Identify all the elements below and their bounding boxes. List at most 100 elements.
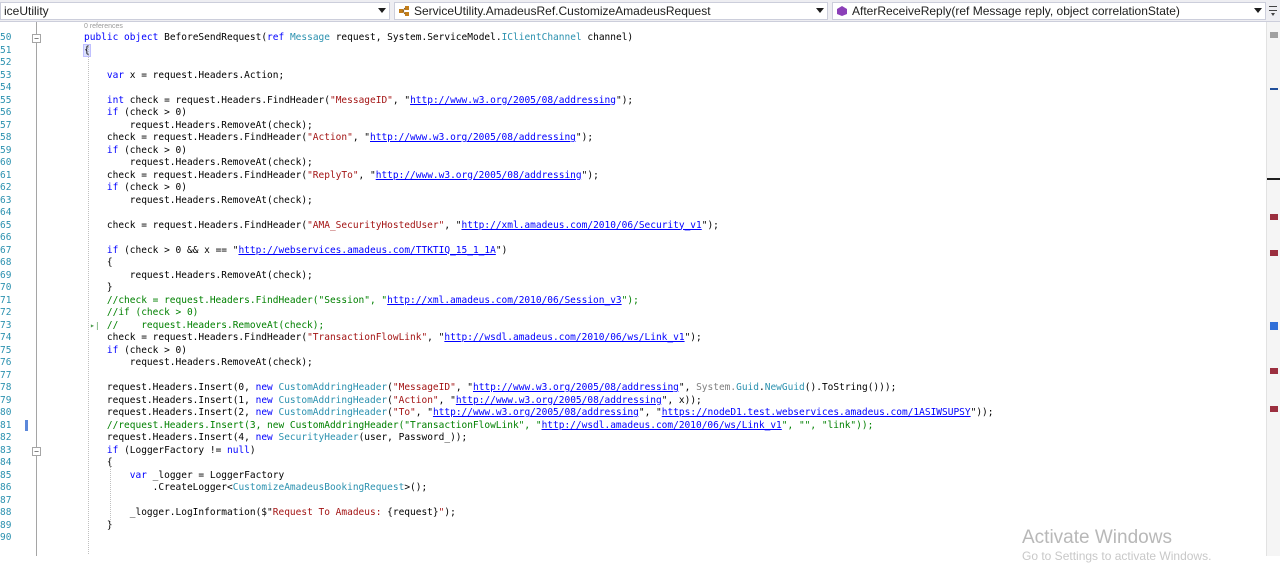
code-text[interactable]: if (check > 0 && x == "http://webservice…	[84, 245, 507, 257]
type-dropdown[interactable]: ServiceUtility.AmadeusRef.CustomizeAmade…	[394, 2, 828, 20]
code-line[interactable]: 53 var x = request.Headers.Action;	[0, 70, 1266, 83]
code-line[interactable]: 71 //check = request.Headers.FindHeader(…	[0, 295, 1266, 308]
code-line[interactable]: 70 }	[0, 282, 1266, 295]
line-number: 81	[0, 419, 12, 431]
line-number: 58	[0, 132, 12, 143]
code-text[interactable]: check = request.Headers.FindHeader("AMA_…	[84, 220, 719, 232]
code-line[interactable]: 81 //request.Headers.Insert(3, new Custo…	[0, 420, 1266, 433]
scroll-up-arrow[interactable]	[1270, 32, 1278, 38]
code-text[interactable]: if (check > 0)	[84, 182, 187, 194]
chevron-down-icon[interactable]	[816, 8, 824, 13]
member-dropdown[interactable]: AfterReceiveReply(ref Message reply, obj…	[832, 2, 1266, 20]
code-line[interactable]: 76 request.Headers.RemoveAt(check);	[0, 357, 1266, 370]
line-number: 71	[0, 294, 12, 306]
code-text[interactable]: request.Headers.Insert(4, new SecurityHe…	[84, 432, 467, 444]
code-text[interactable]: if (check > 0)	[84, 145, 187, 157]
error-marker	[1270, 250, 1278, 256]
split-icon[interactable]	[1268, 4, 1278, 18]
code-line[interactable]: 82 request.Headers.Insert(4, new Securit…	[0, 432, 1266, 445]
code-line[interactable]: 64	[0, 207, 1266, 220]
code-line[interactable]: 55 int check = request.Headers.FindHeade…	[0, 95, 1266, 108]
code-text[interactable]: var _logger = LoggerFactory	[84, 470, 284, 482]
code-line[interactable]: 67 if (check > 0 && x == "http://webserv…	[0, 245, 1266, 258]
code-line[interactable]: 86 .CreateLogger<CustomizeAmadeusBooking…	[0, 482, 1266, 495]
code-text[interactable]: check = request.Headers.FindHeader("Tran…	[84, 332, 702, 344]
code-line[interactable]: 75 if (check > 0)	[0, 345, 1266, 358]
code-line[interactable]: 58 check = request.Headers.FindHeader("A…	[0, 132, 1266, 145]
code-text[interactable]: if (LoggerFactory != null)	[84, 445, 256, 457]
code-line[interactable]: 62 if (check > 0)	[0, 182, 1266, 195]
line-number: 57	[0, 119, 12, 131]
vertical-scrollbar[interactable]	[1266, 22, 1280, 556]
quick-action-icon[interactable]: ▸|	[90, 321, 100, 330]
member-label: AfterReceiveReply(ref Message reply, obj…	[852, 4, 1180, 18]
code-text[interactable]: if (check > 0)	[84, 107, 187, 119]
code-line[interactable]: 88 _logger.LogInformation($"Request To A…	[0, 507, 1266, 520]
chevron-down-icon[interactable]	[378, 8, 386, 13]
code-text[interactable]: check = request.Headers.FindHeader("Acti…	[84, 132, 593, 144]
code-line[interactable]: 52	[0, 57, 1266, 70]
code-editor[interactable]: 50 public object BeforeSendRequest(ref Me…	[0, 22, 1266, 556]
code-line[interactable]: 78 request.Headers.Insert(0, new CustomA…	[0, 382, 1266, 395]
code-line[interactable]: 85 var _logger = LoggerFactory	[0, 470, 1266, 483]
code-line[interactable]: 65 check = request.Headers.FindHeader("A…	[0, 220, 1266, 233]
code-line[interactable]: 73 // request.Headers.RemoveAt(check);	[0, 320, 1266, 333]
code-line[interactable]: 51{	[0, 43, 1266, 58]
code-line[interactable]: 68 {	[0, 257, 1266, 270]
code-text[interactable]: //if (check > 0)	[84, 307, 199, 319]
code-line[interactable]: 66	[0, 232, 1266, 245]
code-line[interactable]: 50 public object BeforeSendRequest(ref Me…	[0, 32, 1266, 45]
line-number: 75	[0, 344, 12, 356]
code-text[interactable]: request.Headers.RemoveAt(check);	[84, 120, 313, 132]
code-text[interactable]: var x = request.Headers.Action;	[84, 70, 284, 82]
collapse-toggle-icon[interactable]: −	[32, 446, 41, 456]
code-line[interactable]: 57 request.Headers.RemoveAt(check);	[0, 120, 1266, 133]
line-number: 50	[0, 32, 12, 43]
method-icon	[837, 6, 847, 16]
error-marker	[1270, 368, 1278, 374]
code-text[interactable]: request.Headers.RemoveAt(check);	[84, 195, 313, 207]
line-number: 55	[0, 94, 12, 106]
code-line[interactable]: 74 check = request.Headers.FindHeader("T…	[0, 332, 1266, 345]
code-line[interactable]: 84 {	[0, 457, 1266, 470]
line-number: 79	[0, 394, 12, 406]
line-number: 63	[0, 194, 12, 206]
code-line[interactable]: 69 request.Headers.RemoveAt(check);	[0, 270, 1266, 283]
code-text[interactable]: //request.Headers.Insert(3, new CustomAd…	[84, 420, 873, 432]
code-text[interactable]: // request.Headers.RemoveAt(check);	[84, 320, 324, 332]
code-line[interactable]: 87	[0, 495, 1266, 508]
codelens-references[interactable]: 0 references	[84, 23, 123, 30]
code-text[interactable]: request.Headers.Insert(0, new CustomAddr…	[84, 382, 896, 394]
line-number: 83	[0, 444, 12, 456]
code-line[interactable]: 72 //if (check > 0)	[0, 307, 1266, 320]
code-text[interactable]: request.Headers.Insert(1, new CustomAddr…	[84, 395, 702, 407]
code-line[interactable]: 56 if (check > 0)	[0, 107, 1266, 120]
line-number: 64	[0, 207, 12, 218]
code-line[interactable]: 54	[0, 82, 1266, 95]
chevron-down-icon[interactable]	[1254, 8, 1262, 13]
line-number: 82	[0, 432, 12, 443]
code-line[interactable]: 59 if (check > 0)	[0, 145, 1266, 158]
code-text[interactable]: request.Headers.RemoveAt(check);	[84, 157, 313, 169]
code-text[interactable]: if (check > 0)	[84, 345, 187, 357]
caret-marker	[1267, 178, 1280, 180]
project-dropdown[interactable]: iceUtility	[0, 2, 390, 20]
collapse-toggle-icon[interactable]: −	[32, 34, 41, 43]
code-text[interactable]: request.Headers.RemoveAt(check);	[84, 270, 313, 282]
code-line[interactable]: 79 request.Headers.Insert(1, new CustomA…	[0, 395, 1266, 408]
code-text[interactable]: request.Headers.Insert(2, new CustomAddr…	[84, 407, 994, 419]
code-text[interactable]: _logger.LogInformation($"Request To Amad…	[84, 507, 456, 519]
code-line[interactable]: 80 request.Headers.Insert(2, new CustomA…	[0, 407, 1266, 420]
code-text[interactable]: public object BeforeSendRequest(ref Mess…	[84, 32, 633, 44]
code-line[interactable]: 61 check = request.Headers.FindHeader("R…	[0, 170, 1266, 183]
code-text[interactable]: check = request.Headers.FindHeader("Repl…	[84, 170, 599, 182]
code-line[interactable]: 60 request.Headers.RemoveAt(check);	[0, 157, 1266, 170]
code-text[interactable]: //check = request.Headers.FindHeader("Se…	[84, 295, 639, 307]
code-line[interactable]: 77	[0, 370, 1266, 383]
code-text[interactable]: int check = request.Headers.FindHeader("…	[84, 95, 633, 107]
code-line[interactable]: 63 request.Headers.RemoveAt(check);	[0, 195, 1266, 208]
code-text[interactable]: .CreateLogger<CustomizeAmadeusBookingReq…	[84, 482, 428, 494]
code-text[interactable]: request.Headers.RemoveAt(check);	[84, 357, 313, 369]
line-number: 56	[0, 107, 12, 118]
code-line[interactable]: 83 if (LoggerFactory != null)	[0, 445, 1266, 458]
